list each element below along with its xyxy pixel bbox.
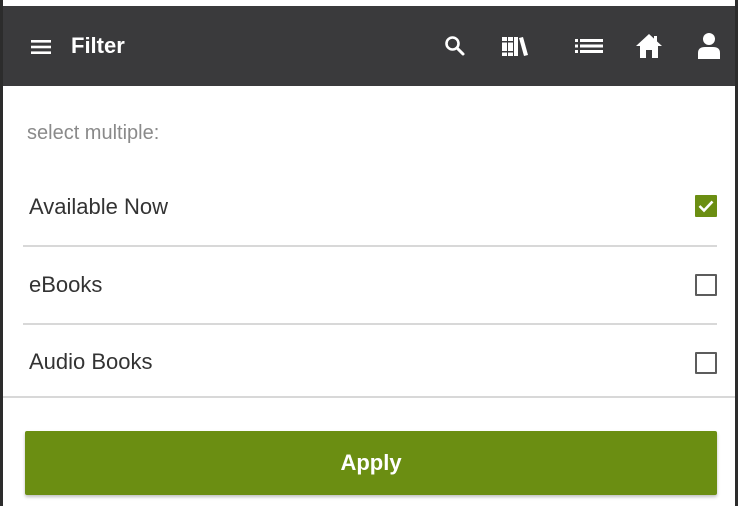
filter-option-available-now[interactable]: Available Now [23, 168, 717, 246]
filter-panel: select multiple: Available Now eBooks Au… [3, 86, 735, 506]
page-title: Filter [71, 33, 125, 58]
list-bottom-divider [3, 396, 735, 398]
app-bar: Filter [3, 6, 735, 86]
apply-button[interactable]: Apply [25, 431, 717, 495]
filter-option-audio-books[interactable]: Audio Books [23, 325, 717, 403]
app-frame: Filter select multiple: Available Now eB… [0, 0, 738, 506]
search-icon[interactable] [439, 30, 471, 62]
filter-option-label: Audio Books [29, 349, 153, 374]
filter-option-label: Available Now [29, 194, 169, 219]
menu-icon[interactable] [27, 33, 55, 61]
ebooks-checkbox[interactable] [695, 274, 717, 296]
list-icon[interactable] [573, 30, 605, 62]
home-icon[interactable] [633, 30, 665, 62]
filter-option-label: eBooks [29, 272, 103, 297]
select-multiple-hint: select multiple: [27, 122, 160, 144]
available-now-checkbox[interactable] [695, 195, 717, 217]
filter-option-ebooks[interactable]: eBooks [23, 247, 717, 325]
library-icon[interactable] [499, 30, 531, 62]
left-frame-edge [0, 0, 3, 506]
check-icon [698, 200, 714, 213]
audio-books-checkbox[interactable] [695, 352, 717, 374]
person-icon[interactable] [693, 30, 725, 62]
